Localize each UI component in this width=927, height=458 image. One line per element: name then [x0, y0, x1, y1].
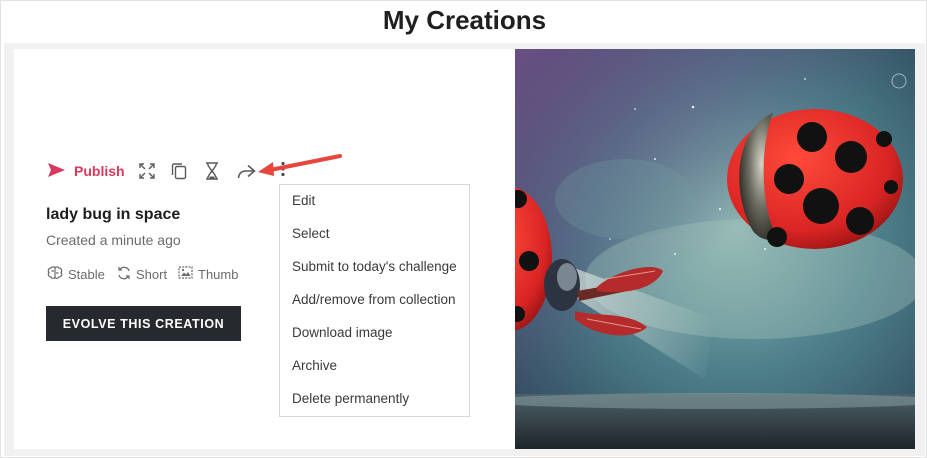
menu-item-select[interactable]: Select	[292, 226, 330, 241]
tag-label: Short	[136, 267, 168, 282]
tag-thumb: Thumb	[178, 266, 238, 282]
hourglass-button[interactable]	[202, 161, 222, 181]
tag-stable: Stable	[47, 266, 105, 283]
refresh-icon	[117, 266, 136, 283]
creation-title: lady bug in space	[46, 206, 181, 223]
more-options-menu: Edit Select Submit to today's challenge …	[279, 184, 470, 417]
menu-item-edit[interactable]: Edit	[292, 193, 315, 208]
menu-item-archive[interactable]: Archive	[292, 358, 337, 373]
creation-artwork[interactable]	[515, 49, 915, 449]
evolve-creation-button[interactable]: EVOLVE THIS CREATION	[46, 306, 241, 341]
brain-icon	[47, 266, 68, 283]
menu-item-delete[interactable]: Delete permanently	[292, 391, 409, 406]
creation-card: Publish lady bug in space Created a minu…	[14, 49, 516, 449]
content-area: Publish lady bug in space Created a minu…	[4, 43, 925, 456]
share-icon	[237, 164, 256, 179]
menu-item-submit-challenge[interactable]: Submit to today's challenge	[292, 259, 457, 274]
page-title: My Creations	[382, 5, 547, 35]
copy-button[interactable]	[169, 161, 189, 181]
image-icon	[178, 266, 198, 282]
expand-button[interactable]	[137, 161, 157, 181]
tag-label: Stable	[68, 267, 105, 282]
publish-button[interactable]: Publish	[47, 161, 125, 181]
created-time: Created a minute ago	[46, 232, 181, 248]
expand-icon	[139, 163, 155, 179]
menu-item-download[interactable]: Download image	[292, 325, 393, 340]
send-icon	[47, 162, 66, 181]
tag-short: Short	[117, 266, 167, 283]
menu-item-collection[interactable]: Add/remove from collection	[292, 292, 456, 307]
hourglass-icon	[205, 162, 219, 180]
share-button[interactable]	[236, 161, 256, 181]
tag-label: Thumb	[198, 266, 239, 282]
callout-arrow	[254, 153, 344, 182]
publish-label: Publish	[74, 163, 125, 179]
copy-icon	[171, 162, 187, 180]
